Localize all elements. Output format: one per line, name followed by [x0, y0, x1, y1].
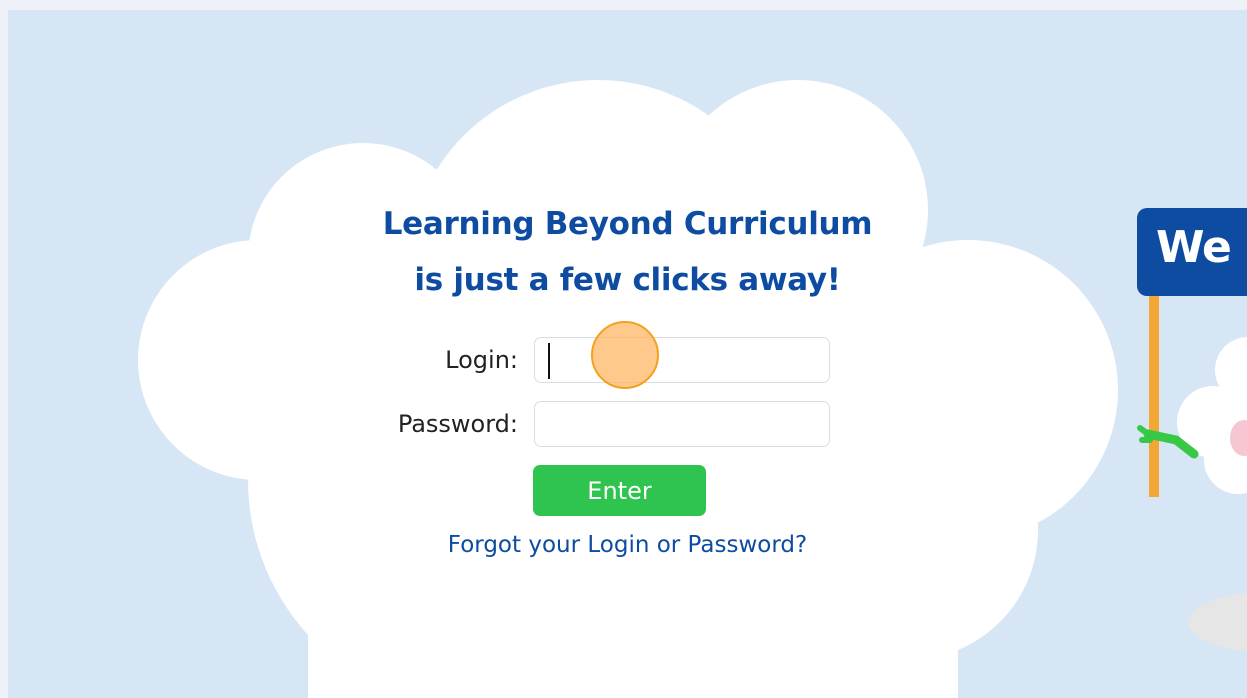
flower-mascot [1177, 337, 1247, 494]
page-title-line-2: is just a few clicks away! [414, 262, 841, 298]
enter-button[interactable]: Enter [533, 465, 706, 516]
text-cursor [548, 343, 550, 379]
page-title-line-1: Learning Beyond Curriculum [382, 206, 873, 242]
login-input[interactable] [534, 337, 830, 383]
sign-pole [1149, 292, 1159, 497]
click-indicator [591, 321, 659, 389]
password-input[interactable] [534, 401, 830, 447]
login-label: Login: [445, 346, 518, 374]
mascot-shadow [1188, 593, 1247, 651]
password-label: Password: [397, 410, 518, 438]
forgot-credentials-link[interactable]: Forgot your Login or Password? [8, 532, 1247, 558]
login-scene: We Learning Beyond Curriculum is just a … [8, 10, 1247, 698]
